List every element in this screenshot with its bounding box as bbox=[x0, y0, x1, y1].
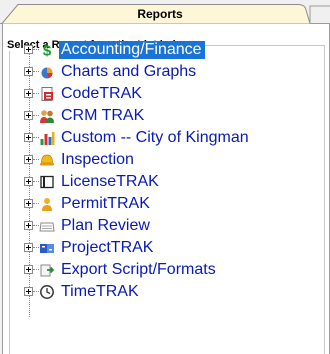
license-icon bbox=[39, 174, 55, 190]
tree-item-label: Accounting/Finance bbox=[59, 41, 205, 59]
tree-item-timetrak[interactable]: TimeTRAK bbox=[10, 281, 320, 303]
expand-icon[interactable] bbox=[24, 67, 33, 76]
tab-strip: Reports bbox=[0, 0, 330, 24]
permit-person-icon bbox=[39, 196, 55, 212]
tree-item-label: Export Script/Formats bbox=[61, 261, 216, 278]
expand-icon[interactable] bbox=[24, 287, 33, 296]
expand-icon[interactable] bbox=[24, 111, 33, 120]
dollar-icon: $ bbox=[39, 42, 55, 60]
project-icon bbox=[39, 240, 55, 256]
hard-hat-icon bbox=[39, 152, 55, 168]
expand-icon[interactable] bbox=[24, 133, 33, 142]
tree-item-label: LicenseTRAK bbox=[61, 173, 159, 190]
tree-item-export-script-formats[interactable]: Export Script/Formats bbox=[10, 259, 320, 281]
tree-item-crm-trak[interactable]: CRM TRAK bbox=[10, 105, 320, 127]
svg-text:$: $ bbox=[43, 43, 52, 59]
expand-icon[interactable] bbox=[24, 199, 33, 208]
tree-item-label: ProjectTRAK bbox=[61, 239, 154, 256]
tree-item-custom-city-of-kingman[interactable]: Custom -- City of Kingman bbox=[10, 127, 320, 149]
expand-icon[interactable] bbox=[24, 221, 33, 230]
export-icon bbox=[39, 262, 55, 278]
tree-item-plan-review[interactable]: Plan Review bbox=[10, 215, 320, 237]
people-icon bbox=[39, 108, 55, 124]
tree-item-label: PermitTRAK bbox=[61, 195, 150, 212]
expand-icon[interactable] bbox=[24, 177, 33, 186]
tree-item-accounting-finance[interactable]: $ Accounting/Finance bbox=[10, 39, 320, 61]
tree-item-permittrak[interactable]: PermitTRAK bbox=[10, 193, 320, 215]
tree-item-codetrak[interactable]: CodeTRAK bbox=[10, 83, 320, 105]
expand-icon[interactable] bbox=[24, 243, 33, 252]
tree-item-label: Charts and Graphs bbox=[61, 63, 197, 80]
tree-item-label: TimeTRAK bbox=[61, 283, 139, 300]
tree-item-label: Inspection bbox=[61, 151, 134, 168]
code-document-icon bbox=[39, 86, 55, 102]
tree-item-projecttrak[interactable]: ProjectTRAK bbox=[10, 237, 320, 259]
tree-item-label: Plan Review bbox=[61, 217, 150, 234]
tree-item-label: Custom -- City of Kingman bbox=[61, 129, 249, 146]
pie-chart-icon bbox=[39, 64, 55, 80]
tree-item-label: CRM TRAK bbox=[61, 107, 145, 124]
plan-review-icon bbox=[39, 218, 55, 234]
tree-item-charts-and-graphs[interactable]: Charts and Graphs bbox=[10, 61, 320, 83]
tree-item-label: CodeTRAK bbox=[61, 85, 142, 102]
expand-icon[interactable] bbox=[24, 45, 33, 54]
clock-icon bbox=[39, 284, 55, 300]
bar-chart-icon bbox=[39, 130, 55, 146]
expand-icon[interactable] bbox=[24, 265, 33, 274]
tab-reports[interactable]: Reports bbox=[10, 7, 310, 21]
expand-icon[interactable] bbox=[24, 89, 33, 98]
tree-item-licensetrak[interactable]: LicenseTRAK bbox=[10, 171, 320, 193]
tree-item-inspection[interactable]: Inspection bbox=[10, 149, 320, 171]
expand-icon[interactable] bbox=[24, 155, 33, 164]
